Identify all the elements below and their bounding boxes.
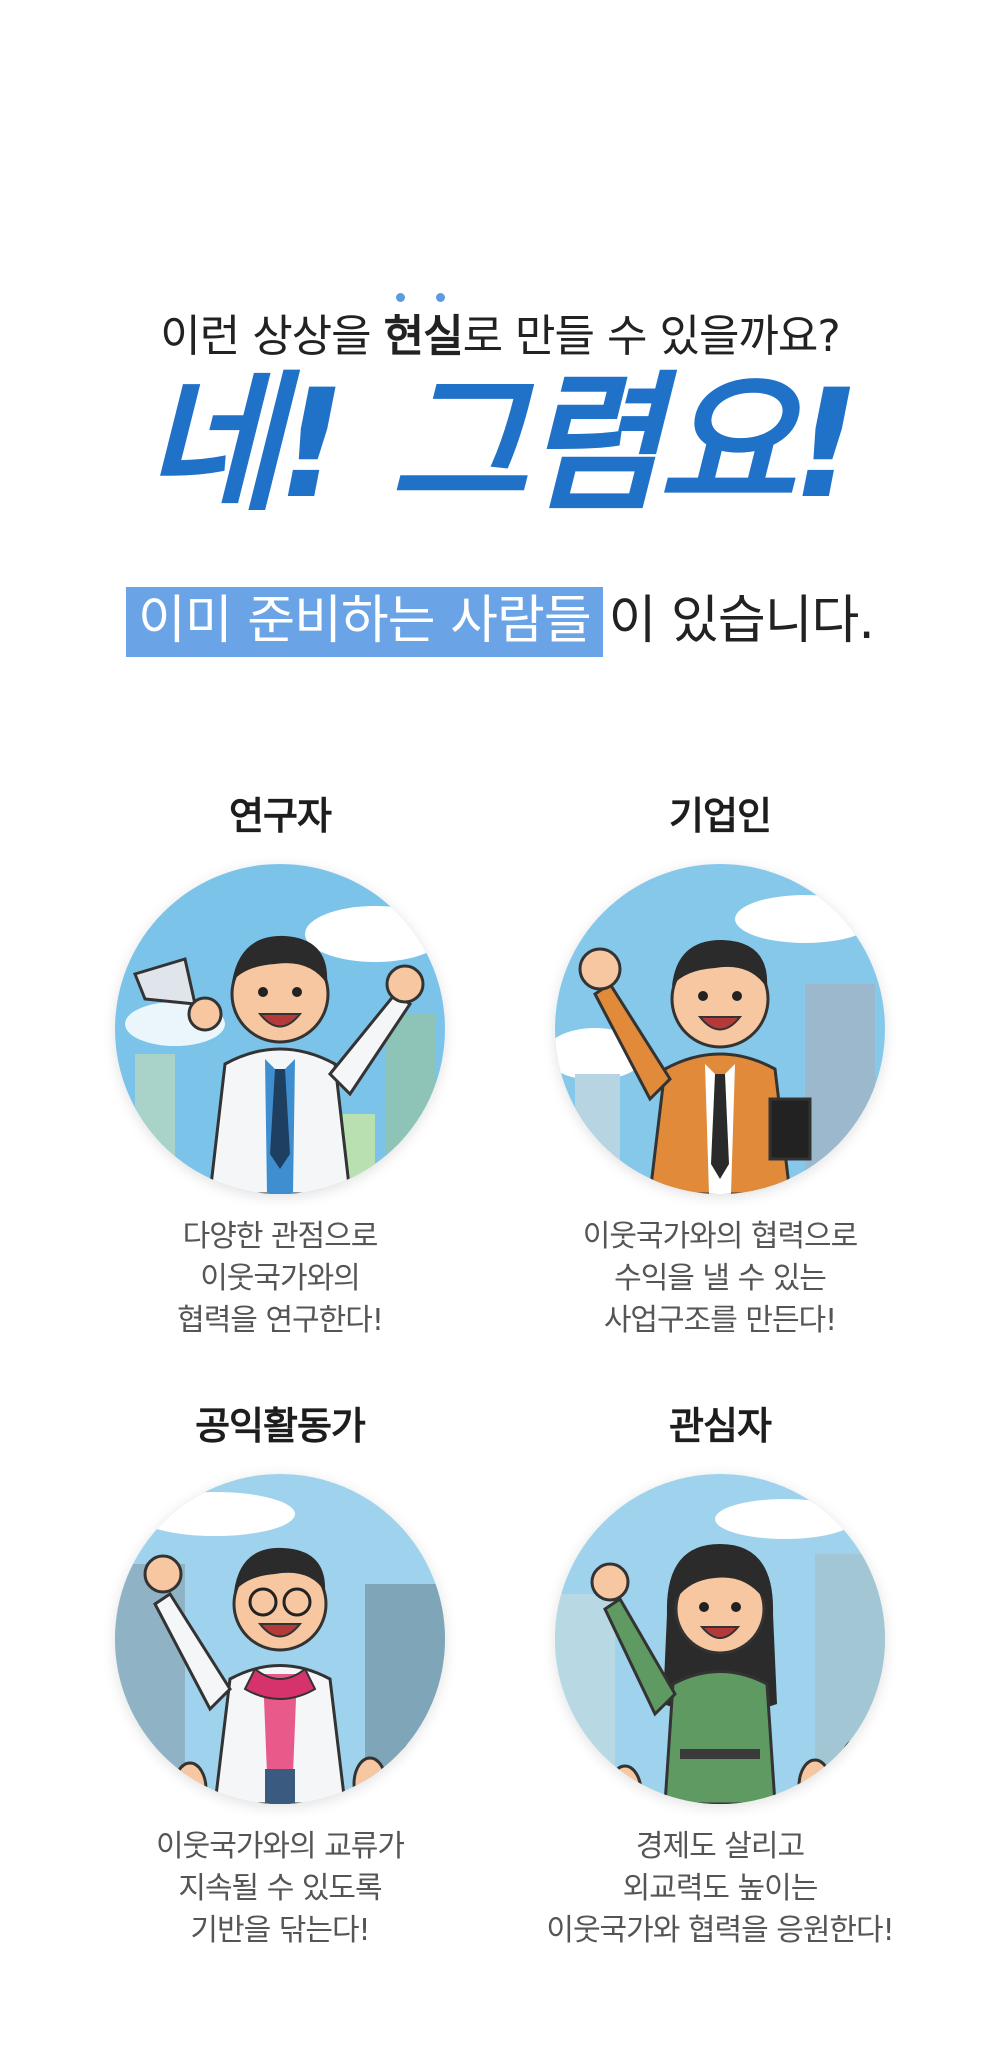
description-line: 사업구조를 만든다!: [603, 1303, 837, 1338]
description-line: 다양한 관점으로: [182, 1219, 379, 1254]
description-line: 기반을 닦는다!: [190, 1913, 370, 1948]
card-businessman: 기업인 이웃국가와의 협력으로 수익을 낼 수 있는 사업구조를 만든다!: [500, 785, 940, 1342]
emphasis-dot: [395, 293, 405, 302]
supporter-illustration: [555, 1474, 885, 1804]
intro-emphasis: 현실: [383, 293, 464, 362]
card-description: 경제도 살리고 외교력도 높이는 이웃국가와 협력을 응원한다!: [500, 1826, 940, 1952]
card-description: 이웃국가와의 교류가 지속될 수 있도록 기반을 닦는다!: [60, 1826, 500, 1952]
card-role: 관심자: [669, 1404, 772, 1448]
description-line: 이웃국가와의 교류가: [156, 1829, 405, 1864]
card-role: 기업인: [669, 794, 772, 838]
ready-statement: 이미 준비하는 사람들 이 있습니다.: [0, 578, 1000, 657]
card-activist: 공익활동가 이웃국가와의 교류가 지속될 수 있도록 기반을 닦는다!: [60, 1395, 500, 1952]
card-researcher: 연구자 다양한 관점으로 이웃국가와의 협력을 연구한다!: [60, 785, 500, 1342]
card-supporter: 관심자 경제도 살리고 외교력도 높이는 이웃국가와 협력을 응원한다!: [500, 1395, 940, 1952]
emphasis-dot: [435, 293, 445, 302]
description-line: 수익을 낼 수 있는: [614, 1261, 827, 1296]
businessman-illustration: [555, 864, 885, 1194]
description-line: 경제도 살리고: [635, 1829, 805, 1864]
intro-emphasis-text: 현실: [383, 311, 464, 362]
activist-illustration: [115, 1474, 445, 1804]
card-description: 다양한 관점으로 이웃국가와의 협력을 연구한다!: [60, 1216, 500, 1342]
ready-rest: 이 있습니다.: [608, 591, 875, 651]
intro-suffix: 로 만들 수 있을까요?: [462, 311, 841, 362]
card-role: 연구자: [229, 794, 332, 838]
intro-question: 이런 상상을 현실로 만들 수 있을까요?: [0, 293, 1000, 364]
ready-highlight: 이미 준비하는 사람들: [126, 587, 603, 657]
description-line: 이웃국가와의 협력으로: [582, 1219, 859, 1254]
card-role: 공익활동가: [195, 1404, 366, 1448]
description-line: 협력을 연구한다!: [177, 1303, 384, 1338]
description-line: 이웃국가와의: [200, 1261, 361, 1296]
headline: 네! 그렴요!: [143, 358, 860, 532]
card-description: 이웃국가와의 협력으로 수익을 낼 수 있는 사업구조를 만든다!: [500, 1216, 940, 1342]
description-line: 외교력도 높이는: [622, 1871, 819, 1906]
description-line: 지속될 수 있도록: [178, 1871, 382, 1906]
description-line: 이웃국가와 협력을 응원한다!: [546, 1913, 894, 1948]
researcher-illustration: [115, 864, 445, 1194]
intro-prefix: 이런 상상을: [160, 311, 384, 362]
